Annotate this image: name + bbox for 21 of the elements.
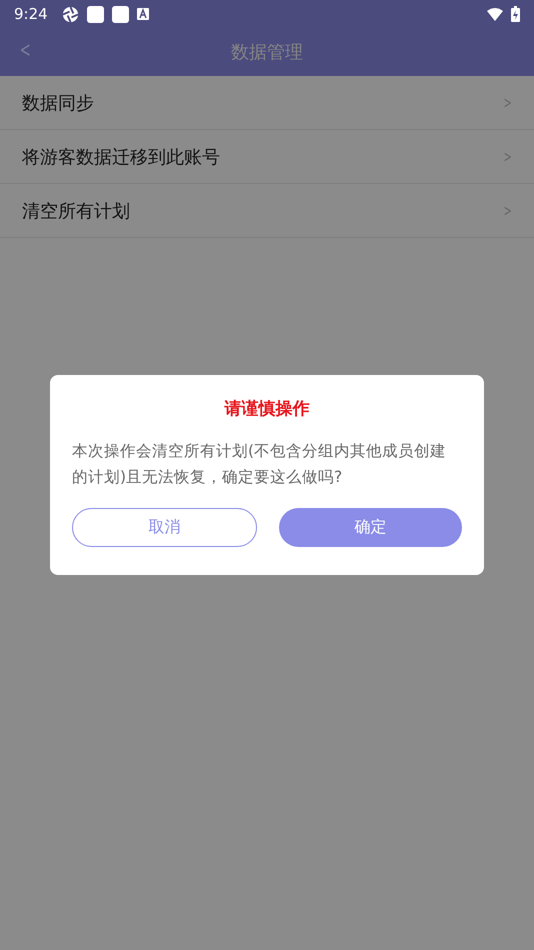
- chevron: >: [503, 93, 512, 112]
- keyboard-icon: [136, 8, 149, 20]
- chevron: >: [503, 201, 512, 220]
- aperture-icon: [62, 6, 79, 22]
- menu-item[interactable]: 将游客数据迁移到此账号 >: [0, 130, 534, 184]
- menu-label: 清空所有计划: [22, 200, 131, 222]
- dialog-title: 请谨慎操作: [223, 398, 310, 420]
- cancel-button[interactable]: 取消: [72, 508, 257, 547]
- chevron: >: [503, 147, 512, 166]
- menu-item[interactable]: 数据同步 >: [0, 76, 534, 130]
- status-time: 9:24: [14, 5, 48, 23]
- notification-icon: [86, 6, 104, 22]
- menu-item[interactable]: 清空所有计划 >: [0, 184, 534, 238]
- page-title: 数据管理: [231, 41, 303, 64]
- confirm-button[interactable]: 确定: [279, 508, 462, 547]
- battery-icon: [511, 6, 520, 22]
- wifi-icon: [487, 8, 503, 20]
- menu-label: 将游客数据迁移到此账号: [22, 146, 221, 168]
- notification-icon: [112, 6, 129, 22]
- dialog-message: 本次操作会清空所有计划(不包含分组内其他成员创建的计划)且无法恢复，确定要这么做吗?: [72, 441, 448, 488]
- menu-label: 数据同步: [22, 92, 95, 114]
